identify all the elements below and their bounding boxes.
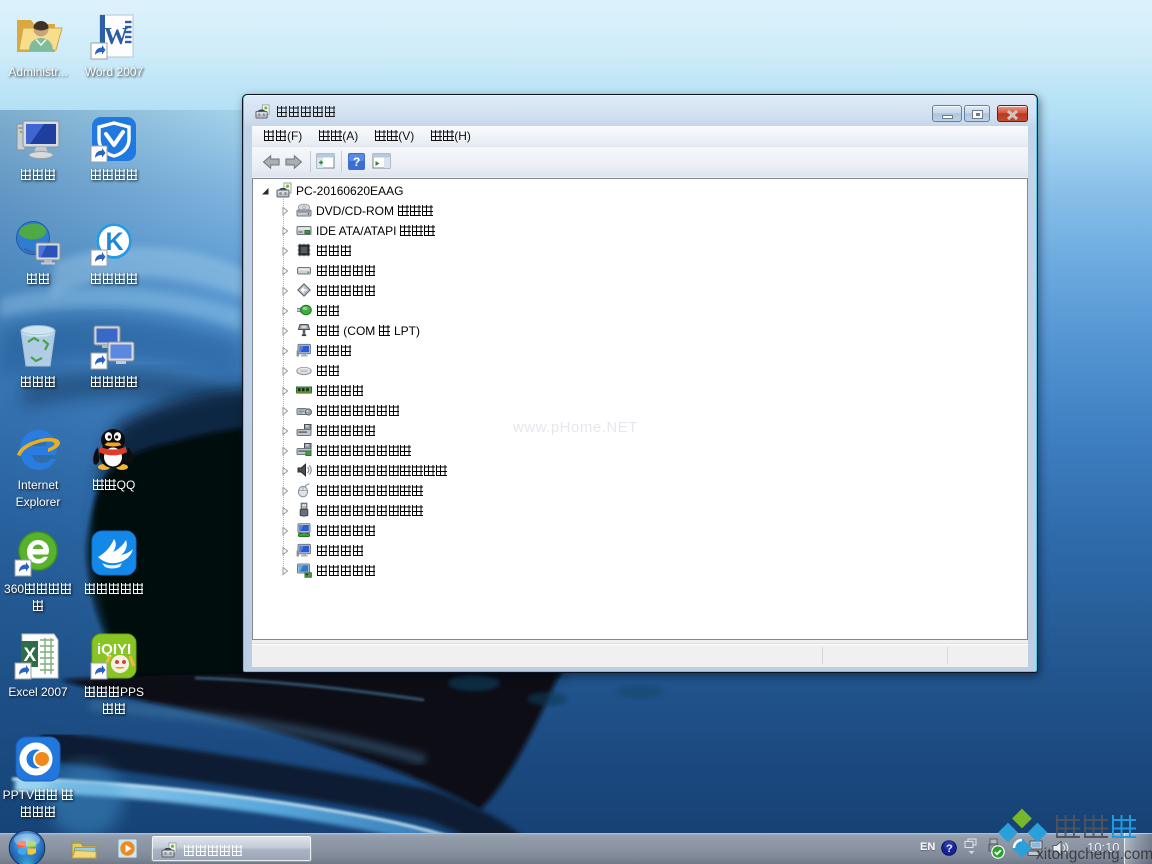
svg-text:K: K — [106, 228, 124, 256]
svg-text:?: ? — [353, 155, 360, 169]
svg-text:W: W — [104, 24, 128, 50]
svg-text:?: ? — [946, 843, 953, 855]
svg-text:iQIYI: iQIYI — [97, 641, 131, 658]
